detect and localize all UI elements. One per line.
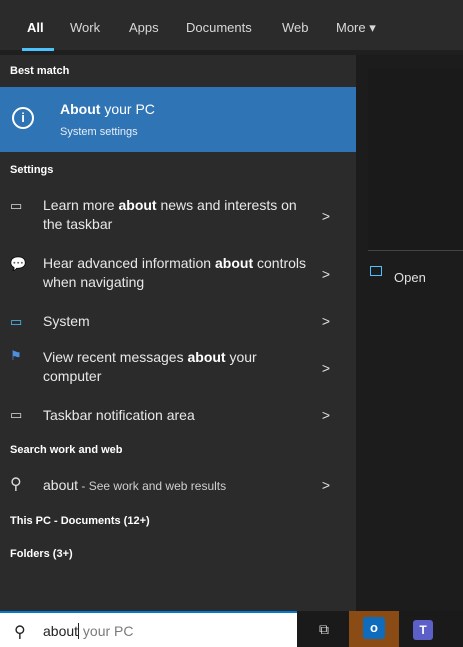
label-pre: Hear advanced information <box>43 255 215 271</box>
chat-icon: 💬 <box>10 256 27 271</box>
search-tabs: All Work Apps Documents Web More ▾ <box>0 0 463 51</box>
section-search-work-web: Search work and web <box>10 444 123 456</box>
best-match-title: About your PC <box>60 101 155 117</box>
more-label: More <box>336 20 366 35</box>
chevron-right-icon: > <box>321 266 330 282</box>
chevron-right-icon: > <box>321 407 330 423</box>
label-bold: about <box>187 349 226 365</box>
label-pre: Taskbar notification area <box>43 407 195 423</box>
best-match-title-bold: About <box>60 101 101 117</box>
search-typed: about <box>43 623 79 639</box>
tab-web[interactable]: Web <box>282 20 309 35</box>
chevron-right-icon: > <box>321 360 330 376</box>
tab-more[interactable]: More ▾ <box>336 20 376 36</box>
section-best-match: Best match <box>10 65 70 77</box>
search-suggestion: your PC <box>79 623 134 639</box>
settings-item-news[interactable]: ▭ Learn more about news and interests on… <box>0 196 356 240</box>
settings-item-narrator[interactable]: 💬 Hear advanced information about contro… <box>0 254 356 298</box>
tab-apps[interactable]: Apps <box>129 20 159 35</box>
web-query: about <box>43 477 79 493</box>
display-icon: ▭ <box>10 198 23 213</box>
search-input[interactable]: about your PC <box>43 623 134 639</box>
label-pre: View recent messages <box>43 349 188 365</box>
section-settings: Settings <box>10 164 54 176</box>
label-bold: about <box>118 197 157 213</box>
chevron-down-icon: ▾ <box>369 20 376 35</box>
section-folders[interactable]: Folders (3+) <box>10 548 73 560</box>
tab-all[interactable]: All <box>27 20 44 35</box>
chevron-right-icon: > <box>321 477 330 493</box>
settings-item-label: System <box>43 312 313 331</box>
tab-documents[interactable]: Documents <box>186 20 252 35</box>
best-match-subtitle: System settings <box>60 126 138 138</box>
settings-item-label: Taskbar notification area <box>43 406 313 425</box>
label-pre: System <box>43 313 90 329</box>
settings-item-label: View recent messages about your computer <box>43 348 313 386</box>
settings-item-messages[interactable]: ⚑ View recent messages about your comput… <box>0 348 356 392</box>
search-icon: ⚲ <box>10 476 22 493</box>
monitor-icon: ▭ <box>10 314 23 329</box>
search-box[interactable]: ⚲ about your PC <box>0 611 297 647</box>
flag-icon: ⚑ <box>10 348 22 363</box>
tab-work[interactable]: Work <box>70 20 100 35</box>
settings-item-system[interactable]: ▭ System > <box>0 312 356 334</box>
web-search-item[interactable]: ⚲ about - See work and web results > <box>0 476 356 498</box>
open-action[interactable]: Open <box>394 270 426 285</box>
settings-item-taskbar[interactable]: ▭ Taskbar notification area > <box>0 406 356 428</box>
teams-icon[interactable]: T <box>411 617 435 641</box>
chevron-right-icon: > <box>321 313 330 329</box>
chevron-right-icon: > <box>321 208 330 224</box>
settings-item-label: Learn more about news and interests on t… <box>43 196 313 234</box>
web-search-label: about - See work and web results <box>43 476 313 496</box>
open-icon <box>370 266 382 276</box>
info-icon: i <box>12 107 34 129</box>
label-pre: Learn more <box>43 197 119 213</box>
section-this-pc[interactable]: This PC - Documents (12+) <box>10 515 150 527</box>
active-tab-indicator <box>22 48 54 51</box>
settings-item-label: Hear advanced information about controls… <box>43 254 313 292</box>
task-view-icon[interactable]: ⧉ <box>312 617 336 641</box>
label-bold: about <box>215 255 254 271</box>
search-icon: ⚲ <box>14 624 26 641</box>
preview-header <box>368 68 463 251</box>
best-match-title-rest: your PC <box>100 101 155 117</box>
taskbar-icon: ▭ <box>10 407 23 422</box>
web-suffix: - See work and web results <box>78 479 227 493</box>
outlook-icon[interactable]: o <box>349 611 399 647</box>
best-match-item[interactable] <box>0 87 356 152</box>
